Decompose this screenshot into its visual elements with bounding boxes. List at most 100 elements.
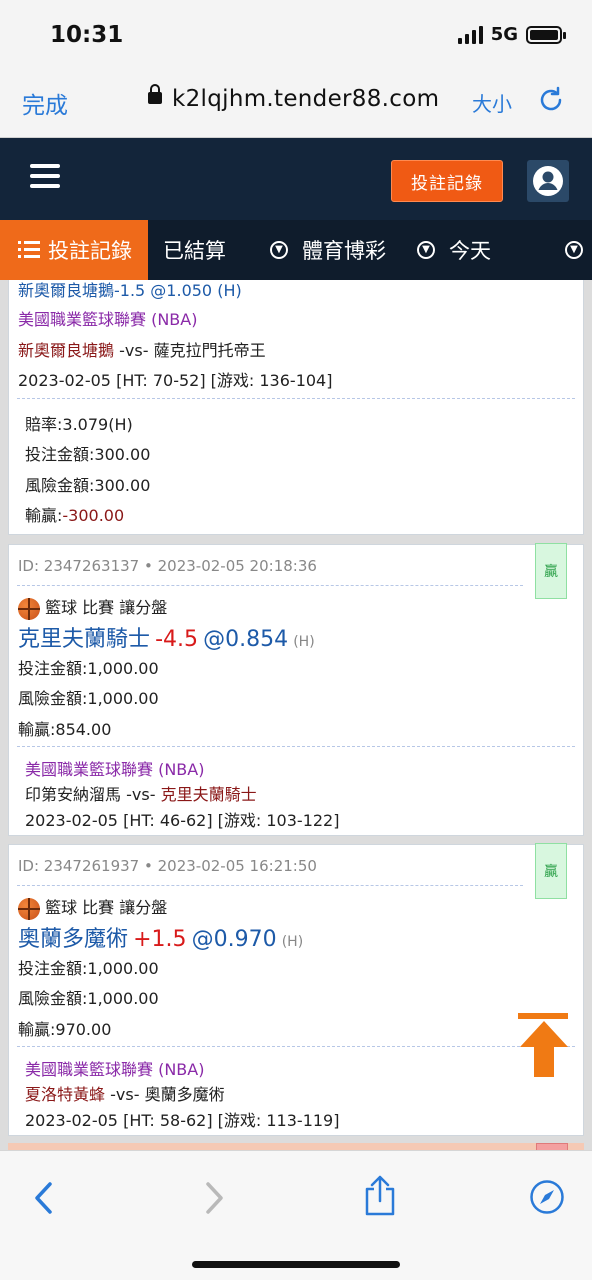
bet-card: 新奧爾良塘鵝-1.5 @1.050 (H) 美國職業籃球聯賽 (NBA) 新奧爾… [8, 280, 584, 535]
done-button[interactable]: 完成 [22, 86, 68, 120]
sport-market-label: 籃球 比賽 讓分盤 [45, 598, 168, 617]
vs-label: -vs- [110, 1085, 140, 1104]
list-icon [18, 241, 40, 258]
matchup: 印第安納溜馬 -vs- 克里夫蘭騎士 [25, 781, 257, 805]
league-name: 美國職業籃球聯賽 (NBA) [18, 310, 198, 329]
match-result: 2023-02-05 [HT: 70-52] [游戏: 136-104] [18, 371, 333, 390]
match-result: 2023-02-05 [HT: 46-62] [游戏: 103-122] [25, 811, 340, 830]
browser-url-bar: 完成 k2lqjhm.tender88.com 大小 [0, 68, 592, 138]
tab-today-label: 今天 [449, 239, 491, 263]
arrow-up-icon [520, 1021, 568, 1077]
compass-icon[interactable] [529, 1179, 565, 1215]
team-b: 克里夫蘭騎士 [160, 785, 257, 804]
selection-side: (H) [281, 934, 304, 950]
league-name: 美國職業籃球聯賽 (NBA) [25, 760, 205, 779]
risk-amount: 風險金額:1,000.00 [18, 689, 159, 708]
status-indicators: 5G [457, 24, 566, 45]
tab-bet-record-label: 投註記錄 [48, 239, 132, 263]
back-icon[interactable] [32, 1181, 56, 1215]
bet-selection: 克里夫蘭騎士 -4.5 @0.854 (H) [18, 621, 315, 653]
tab-sports[interactable]: ▼ 體育博彩 [270, 220, 386, 280]
matchup: 夏洛特黃蜂 -vs- 奧蘭多魔術 [25, 1081, 225, 1105]
bet-card: ID: 2347261937 • 2023-02-05 16:21:50 贏 籃… [8, 843, 584, 1136]
stake-amount: 投注金額:300.00 [25, 445, 151, 464]
lock-icon [148, 84, 162, 104]
menu-icon[interactable] [30, 164, 60, 188]
chevron-down-icon: ▼ [565, 241, 583, 259]
risk-amount: 風險金額:300.00 [25, 476, 151, 495]
browser-toolbar [0, 1150, 592, 1280]
text-size-button[interactable]: 大小 [472, 88, 512, 117]
status-bar: 10:31 5G [0, 0, 592, 68]
tab-more[interactable]: ▼ [565, 220, 583, 280]
basketball-icon [18, 897, 40, 920]
sport-market: 籃球 比賽 讓分盤 [18, 894, 167, 920]
sport-market-label: 籃球 比賽 讓分盤 [45, 898, 168, 917]
network-type: 5G [490, 24, 518, 45]
team-a: 印第安納溜馬 [25, 785, 122, 804]
divider [17, 398, 575, 399]
forward-icon[interactable] [202, 1181, 226, 1215]
basketball-icon [18, 597, 40, 620]
battery-icon [526, 25, 566, 44]
tab-settled[interactable]: 已結算 [163, 220, 226, 280]
selection-team: 奧蘭多魔術 [18, 927, 129, 952]
match-result: 2023-02-05 [HT: 58-62] [游戏: 113-119] [25, 1111, 340, 1130]
bet-id-line: ID: 2347263137 • 2023-02-05 20:18:36 [18, 557, 317, 575]
risk-amount: 風險金額:1,000.00 [18, 989, 159, 1008]
matchup: 新奧爾良塘鵝 -vs- 薩克拉門托帝王 [18, 337, 266, 361]
selection-side: (H) [293, 634, 315, 650]
account-button[interactable] [527, 160, 569, 202]
home-indicator [192, 1261, 400, 1268]
stake-amount: 投注金額:1,000.00 [18, 659, 159, 678]
bet-selection: 奧蘭多魔術 +1.5 @0.970 (H) [18, 921, 303, 953]
team-b: 薩克拉門托帝王 [153, 341, 266, 360]
vs-label: -vs- [119, 341, 149, 360]
bet-selection-partial: 新奧爾良塘鵝-1.5 @1.050 (H) [18, 281, 242, 300]
win-loss-value: -300.00 [62, 506, 125, 525]
divider [17, 585, 523, 586]
selection-price: @0.854 [203, 627, 289, 652]
league-name: 美國職業籃球聯賽 (NBA) [25, 1060, 205, 1079]
scroll-to-top-button[interactable] [518, 1013, 570, 1077]
bet-card: ID: 2347263137 • 2023-02-05 20:18:36 贏 籃… [8, 543, 584, 836]
status-badge: 贏 [535, 843, 567, 899]
team-a: 夏洛特黃蜂 [25, 1085, 106, 1104]
status-badge: 贏 [535, 543, 567, 599]
top-bar-icon [518, 1013, 568, 1019]
sport-market: 籃球 比賽 讓分盤 [18, 594, 167, 620]
bet-id-line: ID: 2347261937 • 2023-02-05 16:21:50 [18, 857, 317, 875]
win-loss-label: 輸贏: [25, 506, 63, 525]
divider [17, 885, 523, 886]
vs-label: -vs- [126, 785, 156, 804]
tab-bar: 投註記錄 已結算 ▼ 體育博彩 ▼ 今天 ▼ [0, 220, 592, 280]
team-b: 奧蘭多魔術 [144, 1085, 225, 1104]
selection-handicap: +1.5 [133, 927, 187, 952]
win-loss: 輸贏:970.00 [18, 1020, 112, 1039]
user-icon [533, 166, 563, 196]
selection-handicap: -4.5 [155, 627, 199, 652]
divider [17, 746, 575, 747]
selection-team: 克里夫蘭騎士 [18, 627, 151, 652]
tab-bet-record[interactable]: 投註記錄 [0, 220, 148, 280]
bet-list: 新奧爾良塘鵝-1.5 @1.050 (H) 美國職業籃球聯賽 (NBA) 新奧爾… [0, 280, 592, 1156]
win-loss: 輸贏:854.00 [18, 720, 112, 739]
url-field[interactable]: k2lqjhm.tender88.com [172, 86, 439, 112]
team-a: 新奧爾良塘鵝 [18, 341, 115, 360]
selection-price: @0.970 [191, 927, 277, 952]
win-loss: 輸贏:-300.00 [25, 502, 124, 526]
odds: 賠率:3.079(H) [25, 415, 133, 434]
chevron-down-icon: ▼ [417, 241, 435, 259]
status-time: 10:31 [50, 22, 124, 48]
divider [17, 1046, 575, 1047]
tab-today[interactable]: ▼ 今天 [417, 220, 491, 280]
tab-settled-label: 已結算 [163, 239, 226, 263]
site-header: 投註記錄 [0, 138, 592, 220]
tab-sports-label: 體育博彩 [302, 239, 386, 263]
share-icon[interactable] [363, 1175, 397, 1217]
signal-icon [457, 25, 483, 44]
chevron-down-icon: ▼ [270, 241, 288, 259]
reload-icon[interactable] [536, 85, 566, 115]
bet-record-button[interactable]: 投註記錄 [391, 160, 503, 202]
stake-amount: 投注金額:1,000.00 [18, 959, 159, 978]
